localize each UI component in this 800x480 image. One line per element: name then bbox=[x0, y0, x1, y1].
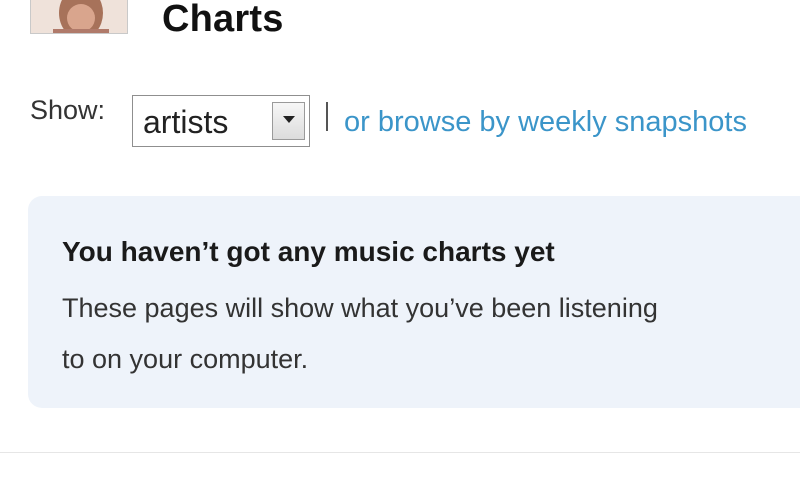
browse-weekly-snapshots-link[interactable]: or browse by weekly snapshots bbox=[344, 106, 747, 139]
avatar-image bbox=[31, 0, 127, 33]
chevron-down-icon bbox=[282, 116, 295, 123]
divider bbox=[0, 452, 800, 453]
show-label: Show: bbox=[30, 95, 106, 125]
notice-body-line: These pages will show what you’ve been l… bbox=[62, 293, 658, 323]
empty-charts-notice: You haven’t got any music charts yet The… bbox=[28, 196, 800, 408]
avatar[interactable] bbox=[30, 0, 128, 34]
show-select[interactable]: artists bbox=[132, 95, 310, 147]
notice-heading: You haven’t got any music charts yet bbox=[62, 236, 555, 267]
notice-body: These pages will show what you’ve been l… bbox=[62, 283, 800, 385]
charts-page: Charts Show: artists or browse by weekly… bbox=[0, 0, 800, 480]
show-select-value: artists bbox=[143, 104, 229, 140]
separator bbox=[326, 102, 328, 131]
select-dropdown-button[interactable] bbox=[272, 102, 305, 140]
page-title: Charts bbox=[162, 0, 284, 40]
notice-body-line: to on your computer. bbox=[62, 344, 309, 374]
